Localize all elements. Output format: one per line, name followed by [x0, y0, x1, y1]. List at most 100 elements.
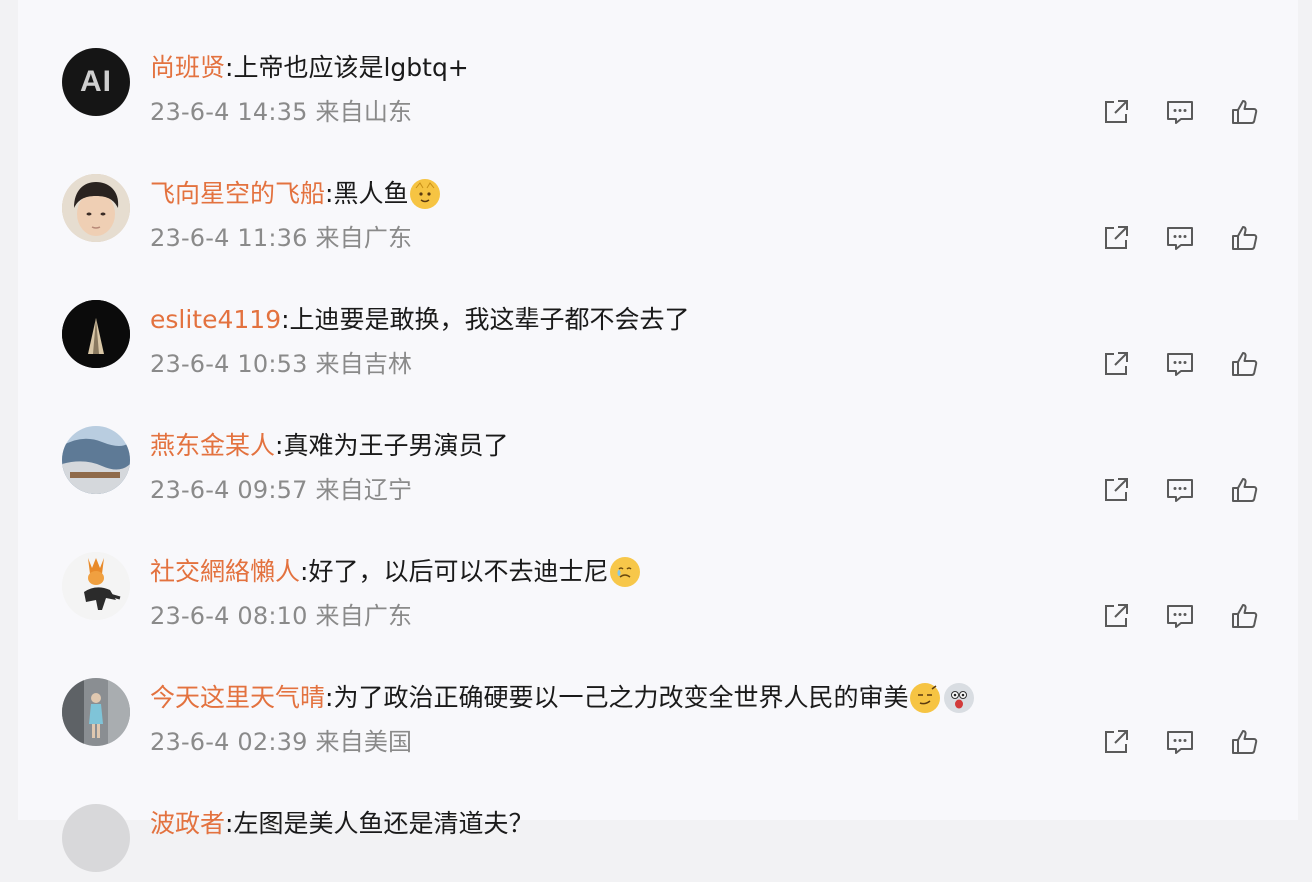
avatar[interactable] [62, 426, 130, 494]
share-button[interactable] [1098, 600, 1134, 632]
comment-separator: : [281, 305, 290, 334]
share-button[interactable] [1098, 348, 1134, 380]
comment-text: 好了，以后可以不去迪士尼 [308, 557, 609, 586]
comment-button[interactable] [1162, 600, 1198, 632]
comment-icon [1167, 101, 1193, 124]
comment-username[interactable]: 今天这里天气晴 [150, 682, 325, 714]
like-icon [1232, 100, 1258, 124]
like-button[interactable] [1226, 222, 1262, 254]
avatar[interactable] [62, 300, 130, 368]
comment-separator: : [275, 431, 284, 460]
comment-button[interactable] [1162, 726, 1198, 758]
comment-location: 来自美国 [315, 728, 413, 756]
comment-location: 来自辽宁 [315, 476, 413, 504]
like-icon [1232, 352, 1258, 376]
comment-button[interactable] [1162, 474, 1198, 506]
avatar[interactable] [62, 804, 130, 872]
comment-button[interactable] [1162, 222, 1198, 254]
comment-username[interactable]: 尚班贤 [150, 52, 225, 84]
comment-separator: : [325, 683, 334, 712]
comment-item: 飞向星空的飞船 : 黑人鱼 23-6-4 11:36 来自广东 [18, 126, 1298, 252]
comment-icon [1167, 605, 1193, 628]
comment-text: 为了政治正确硬要以一己之力改变全世界人民的审美 [333, 683, 909, 712]
emoji-icon [910, 683, 941, 713]
comment-meta: 23-6-4 09:57 来自辽宁 [150, 475, 412, 505]
comment-content: 尚班贤 : 上帝也应该是lgbtq+ [150, 52, 469, 84]
comment-date: 23-6-4 08:10 [150, 602, 308, 630]
comment-content: 飞向星空的飞船 : 黑人鱼 [150, 178, 441, 210]
comment-text: 上帝也应该是lgbtq+ [233, 53, 469, 82]
share-icon [1105, 478, 1128, 501]
share-icon [1105, 604, 1128, 627]
comment-meta: 23-6-4 02:39 来自美国 [150, 727, 412, 757]
comment-username[interactable]: 燕东金某人 [150, 430, 275, 462]
comment-username[interactable]: eslite4119 [150, 304, 281, 336]
comment-button[interactable] [1162, 96, 1198, 128]
like-button[interactable] [1226, 474, 1262, 506]
comment-content: eslite4119 : 上迪要是敢换，我这辈子都不会去了 [150, 304, 690, 336]
comment-username[interactable]: 飞向星空的飞船 [150, 178, 325, 210]
comment-meta: 23-6-4 14:35 来自山东 [150, 97, 412, 127]
avatar-photo [62, 552, 130, 620]
comment-icon [1167, 353, 1193, 376]
comment-actions [1098, 600, 1262, 632]
comment-actions [1098, 96, 1262, 128]
like-icon [1232, 226, 1258, 250]
comment-item: 波政者 : 左图是美人鱼还是清道夫？ [18, 756, 1298, 882]
avatar-photo [62, 426, 130, 494]
comment-text: 上迪要是敢换，我这辈子都不会去了 [289, 305, 690, 334]
comment-item: AI 尚班贤 : 上帝也应该是lgbtq+ 23-6-4 14:35 来自山东 [18, 0, 1298, 126]
like-icon [1232, 604, 1258, 628]
comment-item: 社交網絡懶人 : 好了，以后可以不去迪士尼 23-6-4 08:10 来自广东 [18, 504, 1298, 630]
avatar[interactable]: AI [62, 48, 130, 116]
emoji-icon [610, 557, 641, 587]
comment-content: 燕东金某人 : 真难为王子男演员了 [150, 430, 508, 462]
like-icon [1232, 478, 1258, 502]
comment-text: 左图是美人鱼还是清道夫？ [233, 809, 534, 838]
comment-date: 23-6-4 09:57 [150, 476, 308, 504]
comment-meta: 23-6-4 11:36 来自广东 [150, 223, 412, 253]
share-button[interactable] [1098, 96, 1134, 128]
share-icon [1105, 730, 1128, 753]
comment-actions [1098, 726, 1262, 758]
share-button[interactable] [1098, 726, 1134, 758]
share-icon [1105, 226, 1128, 249]
comment-text: 黑人鱼 [333, 179, 409, 208]
comment-username[interactable]: 波政者 [150, 808, 225, 840]
avatar-label: AI [80, 65, 112, 98]
comment-item: 燕东金某人 : 真难为王子男演员了 23-6-4 09:57 来自辽宁 [18, 378, 1298, 504]
comment-meta: 23-6-4 08:10 来自广东 [150, 601, 412, 631]
like-icon [1232, 730, 1258, 754]
emoji-icon [410, 179, 441, 209]
like-button[interactable] [1226, 348, 1262, 380]
comment-icon [1167, 227, 1193, 250]
like-button[interactable] [1226, 600, 1262, 632]
comment-separator: : [325, 179, 334, 208]
comment-date: 23-6-4 02:39 [150, 728, 308, 756]
share-button[interactable] [1098, 474, 1134, 506]
comment-content: 波政者 : 左图是美人鱼还是清道夫？ [150, 808, 533, 840]
comment-content: 今天这里天气晴 : 为了政治正确硬要以一己之力改变全世界人民的审美 [150, 682, 975, 714]
comment-content: 社交網絡懶人 : 好了，以后可以不去迪士尼 [150, 556, 641, 588]
comment-text: 真难为王子男演员了 [283, 431, 509, 460]
comment-separator: : [300, 557, 309, 586]
avatar[interactable] [62, 174, 130, 242]
comment-icon [1167, 731, 1193, 754]
comment-username[interactable]: 社交網絡懶人 [150, 556, 300, 588]
comment-date: 23-6-4 11:36 [150, 224, 308, 252]
comment-button[interactable] [1162, 348, 1198, 380]
share-icon [1105, 100, 1128, 123]
comment-separator: : [225, 53, 234, 82]
share-icon [1105, 352, 1128, 375]
comment-location: 来自广东 [315, 224, 413, 252]
like-button[interactable] [1226, 96, 1262, 128]
comment-location: 来自吉林 [315, 350, 413, 378]
avatar[interactable] [62, 552, 130, 620]
like-button[interactable] [1226, 726, 1262, 758]
comment-separator: : [225, 809, 234, 838]
comment-item: 今天这里天气晴 : 为了政治正确硬要以一己之力改变全世界人民的审美 23-6-4… [18, 630, 1298, 756]
avatar-photo [62, 300, 130, 368]
share-button[interactable] [1098, 222, 1134, 254]
comment-icon [1167, 479, 1193, 502]
avatar[interactable] [62, 678, 130, 746]
